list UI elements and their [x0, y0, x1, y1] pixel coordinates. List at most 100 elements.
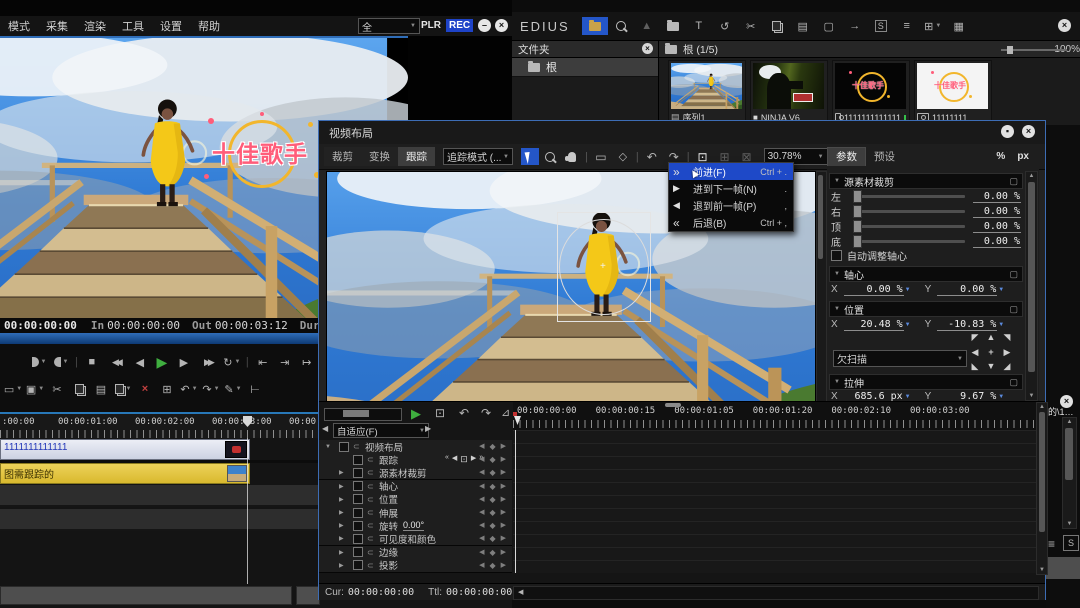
spinner-icon[interactable]: ▼ — [905, 322, 911, 328]
add-keyframe-icon[interactable]: ◆ — [489, 482, 495, 491]
horizontal-scrollbar-segment[interactable] — [296, 586, 320, 605]
prev-param-icon[interactable]: ◀ — [322, 424, 328, 433]
prev-keyframe-icon[interactable]: ◀ — [479, 548, 484, 557]
tab-parameters[interactable]: 参数 — [827, 147, 866, 166]
expand-icon[interactable]: ▶ — [339, 509, 344, 516]
tab-presets[interactable]: 预设 — [866, 147, 903, 165]
tracking-center-handle[interactable]: + — [600, 261, 606, 272]
copy-params-icon[interactable]: ▢ — [1009, 377, 1018, 388]
keyframe-row-2[interactable]: ▶⊂源素材裁剪◀◆▶ — [319, 466, 512, 480]
collapse-icon[interactable]: ▼ — [325, 444, 331, 450]
undo-button[interactable]: ↶▼ — [178, 380, 200, 398]
row-checkbox[interactable] — [353, 468, 363, 478]
next-frame-button[interactable]: ▶ — [173, 353, 195, 371]
play-button[interactable]: ▶ — [151, 353, 173, 371]
next-keyframe-icon[interactable]: ▶ — [501, 548, 506, 557]
stretch-x-value[interactable]: 685.6 px — [844, 391, 904, 402]
crop-slider[interactable] — [853, 195, 965, 198]
stop-button[interactable]: ■ — [81, 353, 103, 371]
undo-button[interactable]: ↶ — [641, 150, 663, 164]
move-right-icon[interactable]: ▶ — [999, 347, 1015, 362]
empty-track[interactable] — [0, 485, 318, 507]
bin-item-0[interactable]: ▤序列1 — [668, 60, 746, 128]
expand-icon[interactable]: ▶ — [339, 522, 344, 529]
section-expand-icon[interactable]: ▼ — [834, 379, 840, 385]
next-keyframe-icon[interactable]: ▶ — [501, 561, 506, 570]
chevron-down-icon[interactable]: ▼ — [236, 386, 242, 392]
next-keyframe-icon[interactable]: ▶ — [501, 495, 506, 504]
open-project-button[interactable] — [660, 17, 686, 35]
move-up-left-icon[interactable]: ◤ — [967, 332, 983, 347]
loop-playback-button[interactable]: ↻▼ — [221, 353, 243, 371]
prev-keyframe-icon[interactable]: ◀ — [479, 521, 484, 530]
tracking-mode-dropdown[interactable]: 追踪模式 (...▼ — [443, 148, 513, 165]
next-keyframe-icon[interactable]: ▶ — [501, 508, 506, 517]
stabilizer-button[interactable]: S — [868, 17, 894, 35]
crop-value[interactable]: 0.00 % — [973, 221, 1021, 233]
rectangle-tool-button[interactable]: ▭ — [590, 150, 612, 164]
mark-in-button[interactable]: ▼ — [28, 353, 50, 371]
expand-icon[interactable]: ▶ — [339, 496, 344, 503]
add-keyframe-icon[interactable]: ◆ — [489, 548, 495, 557]
next-keyframe-icon[interactable]: ▶ — [501, 534, 506, 543]
slider-thumb[interactable] — [343, 410, 369, 417]
clip-effect-badge[interactable] — [225, 441, 247, 458]
expand-icon[interactable]: ▶ — [339, 549, 344, 556]
move-left-icon[interactable]: ◀ — [967, 347, 983, 362]
go-to-in-button[interactable]: ⇤ — [252, 353, 274, 371]
chevron-down-icon[interactable]: ▼ — [16, 386, 22, 392]
keyframe-redo-button[interactable]: ↷ — [481, 406, 491, 420]
crop-value[interactable]: 0.00 % — [973, 206, 1021, 218]
row-checkbox[interactable] — [353, 547, 363, 557]
scrollbar-thumb[interactable] — [1028, 182, 1035, 372]
scroll-left-icon[interactable]: ◀ — [518, 588, 523, 596]
section-position[interactable]: ▼ 位置 ▢ — [829, 301, 1023, 317]
zoom-tool-button[interactable] — [539, 152, 561, 162]
keyframe-row-8[interactable]: ▶⊂边缘◀◆▶ — [319, 546, 512, 560]
move-up-right-icon[interactable]: ◥ — [999, 332, 1015, 347]
menu-item-4[interactable]: 设置 — [160, 18, 182, 34]
row-checkbox[interactable] — [339, 442, 349, 452]
row-checkbox[interactable] — [353, 494, 363, 504]
paste-button[interactable]: ▤ — [790, 17, 816, 35]
add-keyframe-icon[interactable]: ◆ — [489, 521, 495, 530]
next-param-icon[interactable]: ▶ — [425, 424, 431, 433]
list-view-icon[interactable]: ≡ — [1048, 537, 1055, 551]
add-title-button[interactable]: T — [686, 17, 712, 35]
spinner-icon[interactable]: ▼ — [905, 287, 911, 293]
unit-percent-button[interactable]: % — [996, 151, 1005, 162]
position-x-value[interactable]: 20.48 % — [844, 319, 904, 331]
menu-item-1[interactable]: 采集 — [46, 18, 68, 34]
position-y-value[interactable]: -10.83 % — [937, 319, 997, 331]
auto-anchor-checkbox[interactable] — [831, 250, 842, 261]
title-clip[interactable]: 图需跟踪的 — [0, 463, 250, 484]
scroll-up-icon[interactable]: ▲ — [1063, 419, 1076, 425]
vertical-scrollbar[interactable]: ▲ ▼ — [1062, 417, 1077, 529]
chevron-down-icon[interactable]: ▼ — [192, 386, 198, 392]
slider-thumb[interactable] — [853, 205, 862, 218]
section-expand-icon[interactable]: ▼ — [834, 271, 840, 277]
add-keyframe-icon[interactable]: ◆ — [489, 534, 495, 543]
context-menu-item-3[interactable]: «后退(B)Ctrl + , — [669, 214, 793, 231]
keep-on-top-icon[interactable]: ▪ — [1001, 125, 1014, 138]
anchor-y-value[interactable]: 0.00 % — [937, 284, 997, 296]
copy-button[interactable] — [764, 17, 790, 35]
add-keyframe-icon[interactable]: ◆ — [489, 508, 495, 517]
row-checkbox[interactable] — [353, 508, 363, 518]
row-checkbox[interactable] — [353, 521, 363, 531]
thumbnail-view-button[interactable]: ⊞▼ — [920, 17, 946, 35]
bin-item-1[interactable]: ■NINJA V6 — [750, 60, 828, 128]
draw-pen-button[interactable]: ✎▼ — [222, 380, 244, 398]
crop-value[interactable]: 0.00 % — [973, 236, 1021, 248]
horizontal-scrollbar[interactable] — [0, 586, 292, 605]
crop-slider[interactable] — [853, 210, 965, 213]
row-checkbox[interactable] — [353, 481, 363, 491]
list-view-button[interactable]: ≡ — [894, 17, 920, 35]
context-menu-item-1[interactable]: ▶进到下一帧(N). — [669, 180, 793, 197]
add-keyframe-icon[interactable]: ◆ — [489, 495, 495, 504]
add-keyframe-icon[interactable]: ◆ — [489, 468, 495, 477]
scrollbar-thumb[interactable] — [818, 175, 823, 259]
copy-params-icon[interactable]: ▢ — [1009, 176, 1018, 187]
mark-out-button[interactable]: ▼ — [50, 353, 72, 371]
prev-keyframe-icon[interactable]: ◀ — [479, 508, 484, 517]
